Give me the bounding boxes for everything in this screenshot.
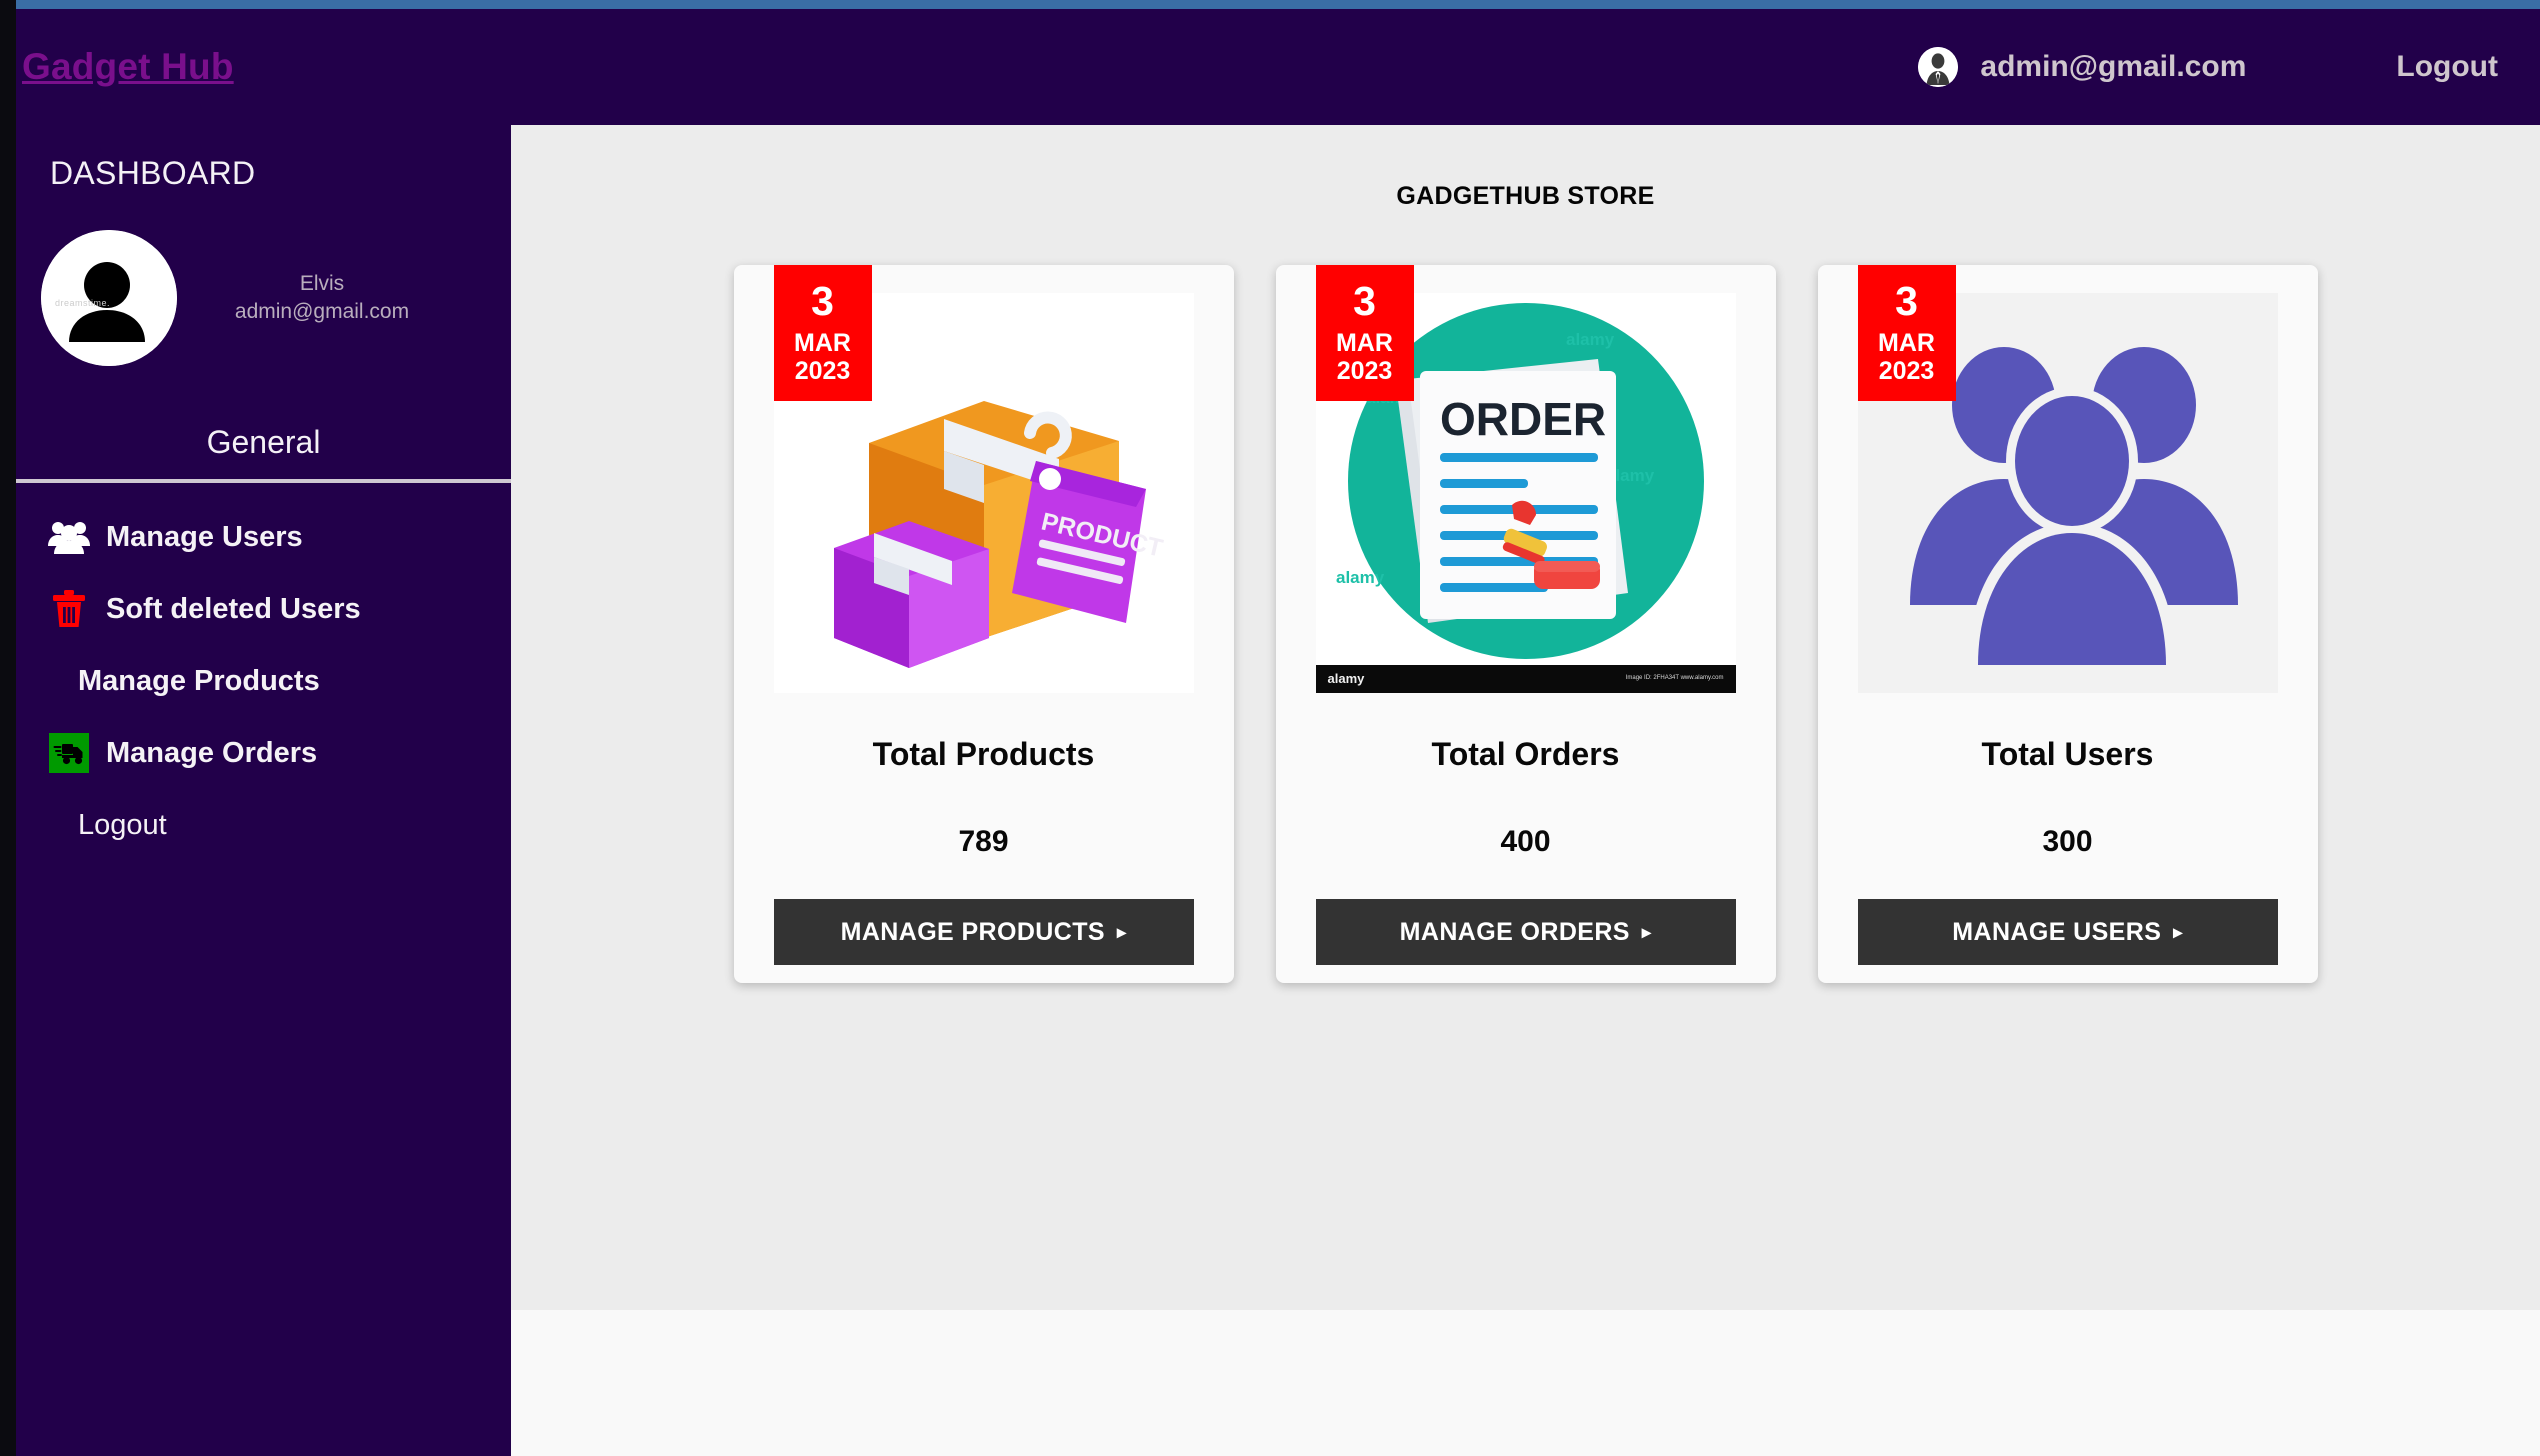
- alamy-watermark-text: alamy: [1327, 671, 1365, 686]
- sidebar-item-label: Manage Orders: [106, 736, 318, 769]
- svg-text:alamy: alamy: [1336, 568, 1385, 587]
- card-value: 300: [2042, 825, 2093, 858]
- sidebar-section-label: General: [16, 424, 511, 483]
- card-media: 3 MAR 2023 alamy alamy alamy ala: [1276, 265, 1776, 720]
- window-left-rail: [0, 9, 16, 1456]
- card-title: Total Orders: [1431, 736, 1620, 772]
- date-badge: 3 MAR 2023: [1315, 265, 1414, 401]
- page-title: GADGETHUB STORE: [1396, 182, 1655, 210]
- stat-card-products: 3 MAR 2023 PRODUCT Total Products 789 MA…: [733, 265, 1234, 983]
- sidebar-profile-text: Elvis admin@gmail.com: [187, 270, 457, 327]
- delivery-truck-icon: [46, 730, 92, 776]
- users-group-icon: [46, 514, 92, 560]
- page-root: Gadget Hub admin@gmail.com Logout DASHBO…: [0, 0, 2540, 1456]
- card-value: 400: [1500, 825, 1551, 858]
- button-label: MANAGE PRODUCTS: [840, 917, 1105, 946]
- date-month: MAR: [794, 328, 851, 357]
- chevron-right-icon: ▸: [1116, 922, 1127, 942]
- manage-users-button[interactable]: MANAGE USERS ▸: [1857, 899, 2278, 965]
- card-title: Total Products: [872, 736, 1095, 772]
- sidebar-item-label: Manage Users: [106, 520, 303, 553]
- alamy-watermark-sub: Image ID: 2FHA34T www.alamy.com: [1625, 674, 1724, 681]
- sidebar-profile: dreamstime. Elvis admin@gmail.com: [16, 192, 511, 366]
- account-email: admin@gmail.com: [1980, 50, 2247, 83]
- svg-text:alamy: alamy: [1566, 330, 1615, 349]
- svg-text:ORDER: ORDER: [1440, 393, 1606, 445]
- chevron-right-icon: ▸: [1641, 922, 1652, 942]
- sidebar-profile-name: Elvis: [299, 271, 345, 295]
- browser-top-strip: [0, 0, 2540, 9]
- sidebar-item-label: Soft deleted Users: [106, 592, 361, 625]
- date-year: 2023: [794, 356, 851, 385]
- delivery-truck-glyph: [49, 733, 89, 773]
- sidebar-item-manage-orders[interactable]: Manage Orders: [16, 717, 511, 789]
- date-day: 3: [1353, 278, 1376, 324]
- card-media: 3 MAR 2023: [734, 265, 1234, 720]
- date-day: 3: [1895, 278, 1918, 324]
- sidebar-item-manage-users[interactable]: Manage Users: [16, 501, 511, 573]
- sidebar-item-soft-deleted-users[interactable]: Soft deleted Users: [16, 573, 511, 645]
- date-year: 2023: [1336, 356, 1393, 385]
- manage-products-button[interactable]: MANAGE PRODUCTS ▸: [773, 899, 1194, 965]
- avatar-watermark: dreamstime.: [55, 298, 111, 308]
- person-silhouette-icon: dreamstime.: [41, 230, 177, 366]
- card-title: Total Users: [1981, 736, 2154, 772]
- user-avatar-icon: [1918, 47, 1959, 87]
- date-badge: 3 MAR 2023: [1857, 265, 1956, 401]
- account-group[interactable]: admin@gmail.com: [1918, 47, 2246, 87]
- stat-card-users: 3 MAR 2023 Total Users 300 MANAGE USERS …: [1817, 265, 2318, 983]
- card-media: 3 MAR 2023: [1818, 265, 2318, 720]
- window-left-cap: [0, 0, 16, 9]
- date-badge: 3 MAR 2023: [773, 265, 872, 401]
- main-content: GADGETHUB STORE 3 MAR 2023 PRODUCT Total…: [511, 125, 2540, 1310]
- button-label: MANAGE USERS: [1952, 917, 2162, 946]
- sidebar-item-label: Manage Products: [78, 664, 320, 697]
- alamy-watermark-bar: alamy Image ID: 2FHA34T www.alamy.com: [1315, 664, 1736, 693]
- top-header: Gadget Hub admin@gmail.com Logout: [16, 9, 2540, 125]
- button-label: MANAGE ORDERS: [1399, 917, 1630, 946]
- manage-orders-button[interactable]: MANAGE ORDERS ▸: [1315, 899, 1736, 965]
- sidebar-menu: Manage Users Soft deleted Users Manage P…: [16, 483, 511, 861]
- trash-icon: [46, 586, 92, 632]
- sidebar-item-manage-products[interactable]: Manage Products: [16, 645, 511, 717]
- footer-blank-area: [511, 1310, 2540, 1456]
- sidebar-title: DASHBOARD: [50, 155, 256, 191]
- header-right-group: admin@gmail.com Logout: [1918, 47, 2540, 87]
- chevron-right-icon: ▸: [2173, 922, 2183, 942]
- stat-card-list: 3 MAR 2023 PRODUCT Total Products 789 MA…: [511, 211, 2540, 983]
- sidebar-profile-email: admin@gmail.com: [234, 300, 410, 323]
- brand-link[interactable]: Gadget Hub: [22, 46, 234, 88]
- date-month: MAR: [1336, 328, 1393, 357]
- sidebar: DASHBOARD dreamstime. Elvis admin@gmail.…: [16, 125, 511, 1456]
- card-value: 789: [958, 825, 1009, 858]
- date-year: 2023: [1878, 356, 1935, 385]
- date-month: MAR: [1878, 328, 1935, 357]
- logout-button-header[interactable]: Logout: [2396, 50, 2498, 84]
- stat-card-orders: 3 MAR 2023 alamy alamy alamy ala: [1275, 265, 1776, 983]
- date-day: 3: [811, 278, 834, 324]
- sidebar-item-label: Logout: [78, 808, 167, 841]
- sidebar-item-logout[interactable]: Logout: [16, 789, 511, 861]
